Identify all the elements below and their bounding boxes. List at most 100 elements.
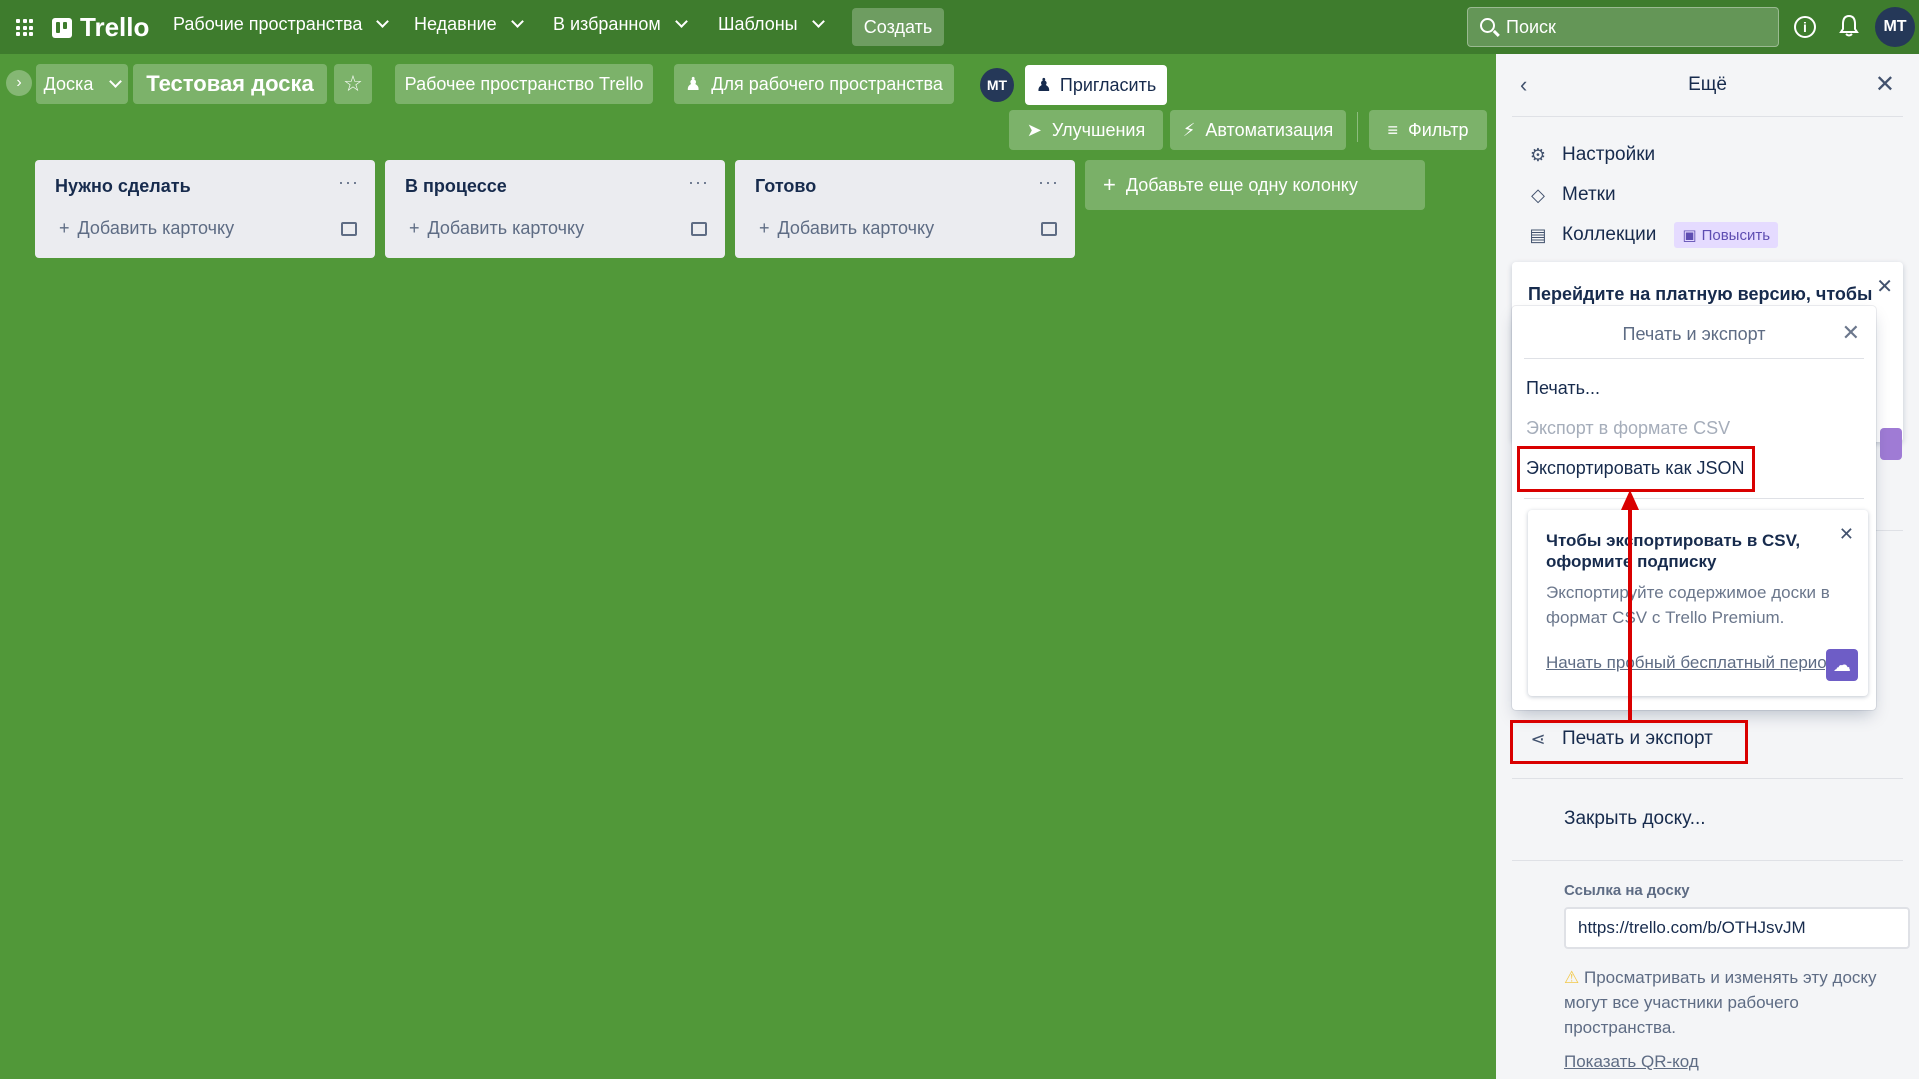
- close-board-label: Закрыть доску...: [1564, 808, 1706, 829]
- popover-title: Печать и экспорт: [1622, 324, 1766, 344]
- annotation-highlight-print-export: [1510, 720, 1748, 764]
- card-template-icon[interactable]: [341, 222, 357, 236]
- automation-label: Автоматизация: [1205, 119, 1334, 140]
- menu-item-close-board[interactable]: Закрыть доску...: [1564, 808, 1706, 830]
- templates-label: Шаблоны: [718, 14, 798, 34]
- export-csv-option: Экспорт в формате CSV: [1526, 418, 1731, 438]
- search-icon: [1480, 18, 1495, 33]
- start-trial-link[interactable]: Начать пробный бесплатный период: [1546, 653, 1836, 673]
- plus-icon: +: [409, 218, 420, 238]
- list-title[interactable]: Готово: [755, 176, 816, 197]
- recent-menu[interactable]: Недавние: [414, 14, 524, 35]
- panel-divider: [1512, 778, 1903, 779]
- collections-label: Коллекции: [1562, 224, 1657, 245]
- annotation-highlight-json: [1517, 446, 1755, 492]
- list-menu-icon[interactable]: ···: [1038, 172, 1059, 193]
- apps-grid-icon[interactable]: [16, 19, 33, 36]
- visibility-label: Для рабочего пространства: [711, 73, 943, 94]
- starred-menu[interactable]: В избранном: [553, 14, 688, 35]
- list-title[interactable]: В процессе: [405, 176, 507, 197]
- board-link-field[interactable]: https://trello.com/b/OTHJsvJM: [1564, 907, 1910, 949]
- show-qr-link[interactable]: Показать QR-код: [1564, 1052, 1699, 1072]
- labels-label: Метки: [1562, 184, 1616, 205]
- list-in-progress[interactable]: В процессе ··· + Добавить карточку: [385, 160, 725, 258]
- filter-icon: ≡: [1387, 119, 1399, 140]
- card-template-icon[interactable]: [1041, 222, 1057, 236]
- chevron-down-icon: [510, 15, 524, 28]
- card-template-icon[interactable]: [691, 222, 707, 236]
- plus-icon: +: [759, 218, 770, 238]
- list-menu-icon[interactable]: ···: [338, 172, 359, 193]
- add-list-button[interactable]: + Добавьте еще одну колонку: [1085, 160, 1425, 210]
- board-view-label: Доска: [43, 73, 94, 94]
- close-icon[interactable]: ✕: [1875, 70, 1895, 99]
- panel-divider: [1512, 116, 1903, 117]
- search-placeholder: Поиск: [1506, 16, 1556, 37]
- lightning-icon: ⚡: [1182, 119, 1196, 140]
- close-icon[interactable]: ✕: [1876, 274, 1893, 299]
- board-link-note: ⚠ Просматривать и изменять эту доску мог…: [1564, 965, 1904, 1040]
- bell-icon[interactable]: [1838, 14, 1860, 38]
- chevron-down-icon: [811, 15, 825, 28]
- trello-logo[interactable]: Trello: [52, 12, 149, 43]
- csv-upsell-card: Чтобы экспортировать в CSV, оформите под…: [1528, 510, 1868, 696]
- templates-menu[interactable]: Шаблоны: [718, 14, 825, 35]
- board-view-switcher[interactable]: Доска: [36, 64, 128, 104]
- board-link-note-text: Просматривать и изменять эту доску могут…: [1564, 968, 1877, 1037]
- list-menu-icon[interactable]: ···: [688, 172, 709, 193]
- powerups-button[interactable]: ➤ Улучшения: [1009, 110, 1163, 150]
- sidebar-expand-button[interactable]: ›: [6, 70, 32, 96]
- automation-button[interactable]: ⚡ Автоматизация: [1170, 110, 1346, 150]
- add-person-icon: ♟: [1035, 74, 1052, 95]
- upgrade-chip: [1880, 428, 1902, 460]
- workspaces-label: Рабочие пространства: [173, 14, 363, 34]
- cloud-icon: ☁: [1826, 649, 1858, 681]
- board-title[interactable]: Тестовая доска: [133, 64, 327, 104]
- menu-item-settings[interactable]: ⚙ Настройки: [1528, 144, 1655, 166]
- close-icon[interactable]: ✕: [1839, 524, 1854, 545]
- user-avatar[interactable]: MT: [1875, 7, 1915, 47]
- invite-button[interactable]: ♟ Пригласить: [1025, 65, 1167, 105]
- lock-icon: ⚠: [1564, 968, 1580, 987]
- board-link-label: Ссылка на доску: [1564, 882, 1690, 899]
- add-list-label: Добавьте еще одну колонку: [1125, 174, 1358, 195]
- list-title[interactable]: Нужно сделать: [55, 176, 191, 197]
- add-card-label: Добавить карточку: [427, 218, 585, 238]
- create-button[interactable]: Создать: [852, 8, 944, 46]
- menu-item-labels[interactable]: ◇ Метки: [1528, 184, 1616, 206]
- search-input[interactable]: Поиск: [1467, 7, 1779, 47]
- chevron-down-icon: [376, 15, 390, 28]
- plus-icon: +: [1103, 172, 1116, 197]
- list-done[interactable]: Готово ··· + Добавить карточку: [735, 160, 1075, 258]
- invite-label: Пригласить: [1059, 74, 1157, 95]
- tag-icon: ◇: [1531, 184, 1545, 205]
- plus-icon: +: [59, 218, 70, 238]
- list-todo[interactable]: Нужно сделать ··· + Добавить карточку: [35, 160, 375, 258]
- chevron-down-icon: [109, 74, 123, 88]
- add-card-button[interactable]: + Добавить карточку: [409, 218, 584, 239]
- brand-name: Trello: [80, 12, 150, 42]
- gear-icon: ⚙: [1529, 144, 1547, 165]
- popover-divider: [1524, 358, 1864, 359]
- upgrade-badge-label: Повысить: [1701, 226, 1771, 244]
- upgrade-badge[interactable]: ▣ Повысить: [1674, 222, 1779, 248]
- print-option[interactable]: Печать...: [1526, 378, 1600, 399]
- workspace-button[interactable]: Рабочее пространство Trello: [395, 64, 653, 104]
- csv-upsell-text: Экспортируйте содержимое доски в формат …: [1546, 583, 1830, 627]
- trello-logo-icon: [52, 17, 72, 38]
- add-card-button[interactable]: + Добавить карточку: [59, 218, 234, 239]
- popover-divider: [1524, 498, 1864, 499]
- powerups-label: Улучшения: [1051, 119, 1146, 140]
- starred-label: В избранном: [553, 14, 661, 34]
- info-icon[interactable]: i: [1794, 16, 1816, 38]
- menu-item-collections[interactable]: ▤ Коллекции ▣ Повысить: [1528, 222, 1779, 248]
- csv-upsell-title: Чтобы экспортировать в CSV, оформите под…: [1546, 531, 1801, 571]
- member-avatar[interactable]: MT: [980, 68, 1014, 102]
- add-card-button[interactable]: + Добавить карточку: [759, 218, 934, 239]
- filter-button[interactable]: ≡ Фильтр: [1369, 110, 1487, 150]
- add-card-label: Добавить карточку: [77, 218, 235, 238]
- star-icon[interactable]: ☆: [334, 64, 372, 104]
- visibility-button[interactable]: ♟ Для рабочего пространства: [674, 64, 954, 104]
- workspaces-menu[interactable]: Рабочие пространства: [173, 14, 390, 35]
- close-icon[interactable]: ✕: [1842, 320, 1860, 346]
